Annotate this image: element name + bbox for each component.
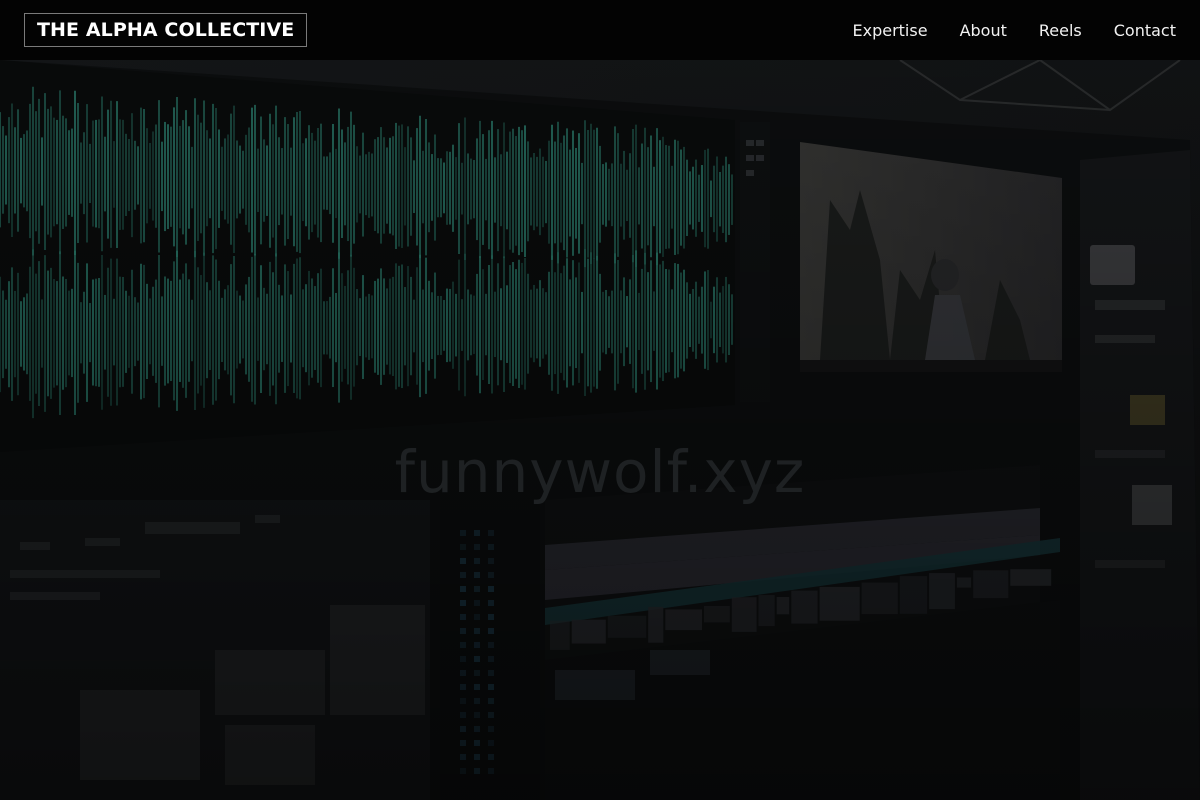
watermark-text: funnywolf.xyz (394, 438, 806, 506)
brand-name: THE ALPHA COLLECTIVE (37, 19, 295, 41)
nav-link-reels[interactable]: Reels (1039, 21, 1082, 40)
hero-background: funnywolf.xyz (0, 60, 1200, 800)
top-navbar: THE ALPHA COLLECTIVE Expertise About Ree… (0, 0, 1200, 60)
main-nav: Expertise About Reels Contact (853, 21, 1177, 40)
nav-link-about[interactable]: About (960, 21, 1007, 40)
editing-suite-image (0, 60, 1200, 800)
nav-link-expertise[interactable]: Expertise (853, 21, 928, 40)
nav-link-contact[interactable]: Contact (1114, 21, 1176, 40)
brand-logo[interactable]: THE ALPHA COLLECTIVE (24, 13, 308, 47)
